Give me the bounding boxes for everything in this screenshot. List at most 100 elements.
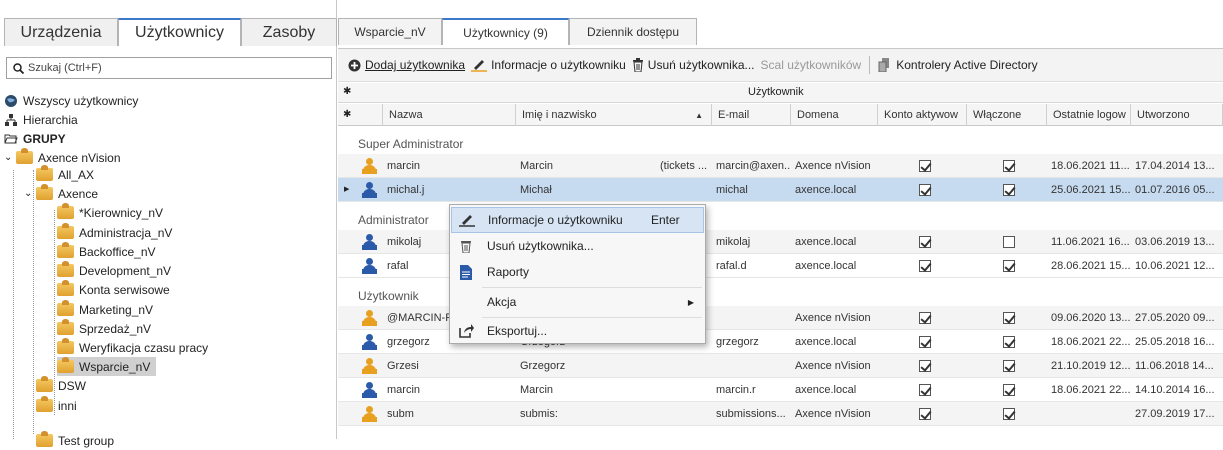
- tree-kierownicy[interactable]: *Kierownicy_nV: [57, 203, 163, 222]
- trash-icon: [458, 238, 474, 254]
- tree-wsparcie[interactable]: Wsparcie_nV: [57, 357, 157, 376]
- enabled-checkbox[interactable]: [967, 306, 1047, 330]
- tree-administracja[interactable]: Administracja_nV: [57, 223, 172, 242]
- submenu-arrow-icon: ▶: [687, 297, 694, 307]
- user-info-button[interactable]: Informacje o użytkowniku: [471, 58, 626, 72]
- fullname-extra: (tickets ...: [660, 160, 708, 172]
- active-checkbox[interactable]: [878, 354, 967, 378]
- search-input[interactable]: Szukaj (Ctrl+F): [6, 57, 332, 79]
- tab-users-count[interactable]: Użytkownicy (9): [442, 18, 569, 45]
- tree-kierownicy-label: *Kierownicy_nV: [79, 205, 164, 220]
- active-checkbox[interactable]: [878, 254, 967, 278]
- tree-all-users[interactable]: Wszyscy użytkownicy: [4, 91, 138, 110]
- fullname-cell: Marcin (tickets ...: [516, 154, 712, 178]
- last-login-cell: 09.06.2020 13...: [1051, 312, 1131, 324]
- email-cell: michal: [716, 184, 748, 196]
- enabled-checkbox[interactable]: [967, 402, 1047, 426]
- menu-item-action[interactable]: Akcja ▶: [451, 289, 704, 315]
- add-user-label: Dodaj użytkownika: [365, 58, 466, 72]
- tree-marketing[interactable]: Marketing_nV: [57, 300, 153, 319]
- tree-development[interactable]: Development_nV: [57, 261, 171, 280]
- enabled-checkbox[interactable]: [967, 178, 1047, 202]
- active-checkbox[interactable]: [878, 402, 967, 426]
- asterisk-icon: ✱: [343, 109, 352, 120]
- table-row[interactable]: subm submis: submissions... Axence nVision 2…: [338, 402, 1223, 426]
- col-name[interactable]: Nazwa: [383, 104, 516, 126]
- tab-devices[interactable]: Urządzenia: [4, 18, 118, 46]
- col-domain[interactable]: Domena: [791, 104, 878, 126]
- tree-groups[interactable]: GRUPY: [4, 129, 66, 148]
- tab-wsparcie[interactable]: Wsparcie_nV: [338, 18, 442, 45]
- enabled-checkbox[interactable]: [967, 378, 1047, 402]
- tree-dsw[interactable]: DSW: [36, 376, 86, 395]
- active-checkbox[interactable]: [878, 178, 967, 202]
- nv-user-icon: [358, 354, 382, 378]
- checkbox-icon: [918, 360, 931, 372]
- domain-cell: Axence nVision: [795, 408, 871, 420]
- col-email[interactable]: E-mail: [712, 104, 791, 126]
- enabled-checkbox[interactable]: [967, 330, 1047, 354]
- domain-cell: axence.local: [795, 184, 857, 196]
- tree-sprzedaz[interactable]: Sprzedaż_nV: [57, 319, 151, 338]
- col-fullname[interactable]: Imię i nazwisko ▲: [516, 104, 712, 126]
- active-checkbox[interactable]: [878, 154, 967, 178]
- created-cell: 03.06.2019 13...: [1135, 236, 1215, 248]
- add-user-button[interactable]: Dodaj użytkownika: [348, 58, 465, 72]
- tab-users[interactable]: Użytkownicy: [118, 18, 241, 46]
- delete-user-button[interactable]: Usuń użytkownika...: [632, 58, 755, 72]
- tree-hierarchy[interactable]: Hierarchia: [4, 110, 78, 129]
- group-folder-icon: [57, 261, 74, 277]
- group-folder-icon: [57, 319, 74, 335]
- tab-access-log[interactable]: Dziennik dostępu: [569, 18, 697, 45]
- enabled-checkbox[interactable]: [967, 230, 1047, 254]
- enabled-checkbox[interactable]: [967, 254, 1047, 278]
- tree-weryfikacja[interactable]: Weryfikacja czasu pracy: [57, 338, 208, 357]
- enabled-checkbox[interactable]: [967, 354, 1047, 378]
- menu-item-delete-user[interactable]: Usuń użytkownika...: [451, 233, 704, 259]
- col-created[interactable]: Utworzono: [1131, 104, 1223, 126]
- chevron-down-icon[interactable]: ⌄: [24, 188, 36, 199]
- tree-backoffice[interactable]: Backoffice_nV: [57, 242, 156, 261]
- ad-controllers-button[interactable]: Kontrolery Active Directory: [878, 58, 1038, 72]
- tree-all-ax-label: All_AX: [58, 167, 95, 182]
- menu-item-delete-label: Usuń użytkownika...: [487, 239, 594, 253]
- col-active[interactable]: Konto aktywow: [878, 104, 967, 126]
- tree-axence[interactable]: ⌄ Axence: [24, 184, 98, 203]
- tab-resources[interactable]: Zasoby: [241, 18, 337, 46]
- band-label: Użytkownik: [748, 86, 804, 98]
- active-checkbox[interactable]: [878, 230, 967, 254]
- col-last-login[interactable]: Ostatnie logow: [1047, 104, 1131, 126]
- table-row[interactable]: Grzesi Grzegorz Axence nVision 21.10.2019 1…: [338, 354, 1223, 378]
- tree-test-label: Test group: [58, 433, 115, 448]
- created-cell: 27.09.2019 17...: [1135, 408, 1215, 420]
- chevron-down-icon[interactable]: ⌄: [4, 152, 16, 163]
- menu-item-user-info[interactable]: Informacje o użytkowniku Enter: [451, 207, 704, 233]
- tree-backoffice-label: Backoffice_nV: [79, 244, 156, 259]
- tree-konta-label: Konta serwisowe: [79, 282, 170, 297]
- menu-item-export[interactable]: Eksportuj...: [451, 318, 704, 344]
- active-checkbox[interactable]: [878, 378, 967, 402]
- tree-inni[interactable]: inni: [36, 396, 77, 415]
- active-checkbox[interactable]: [878, 330, 967, 354]
- name-cell: marcin: [387, 384, 421, 396]
- enabled-checkbox[interactable]: [967, 154, 1047, 178]
- checkbox-icon: [1003, 160, 1015, 172]
- tree-hierarchy-label: Hierarchia: [23, 112, 78, 127]
- menu-item-reports[interactable]: Raporty: [451, 259, 704, 285]
- active-checkbox[interactable]: [878, 306, 967, 330]
- table-row[interactable]: marcin Marcin (tickets ... marcin@axen... Ax…: [338, 154, 1223, 178]
- group-folder-icon: [36, 431, 53, 447]
- email-cell: grzegorz: [716, 336, 759, 348]
- col-icon[interactable]: [355, 104, 383, 126]
- pencil-icon: [471, 60, 488, 72]
- table-row[interactable]: ▶ michal.j Michał michal axence.local 25.06.2…: [338, 178, 1223, 202]
- tree-sprzedaz-label: Sprzedaż_nV: [79, 321, 152, 336]
- tree-test[interactable]: Test group: [36, 431, 114, 450]
- table-row[interactable]: marcin Marcin marcin.r axence.local 18.06.20…: [338, 378, 1223, 402]
- merge-users-button[interactable]: Scal użytkowników: [761, 58, 862, 72]
- tree-all-ax[interactable]: All_AX: [36, 165, 94, 184]
- tree-konta[interactable]: Konta serwisowe: [57, 280, 170, 299]
- checkbox-icon: [1003, 236, 1015, 248]
- col-fullname-label: Imię i nazwisko: [522, 109, 597, 121]
- col-enabled[interactable]: Włączone: [967, 104, 1047, 126]
